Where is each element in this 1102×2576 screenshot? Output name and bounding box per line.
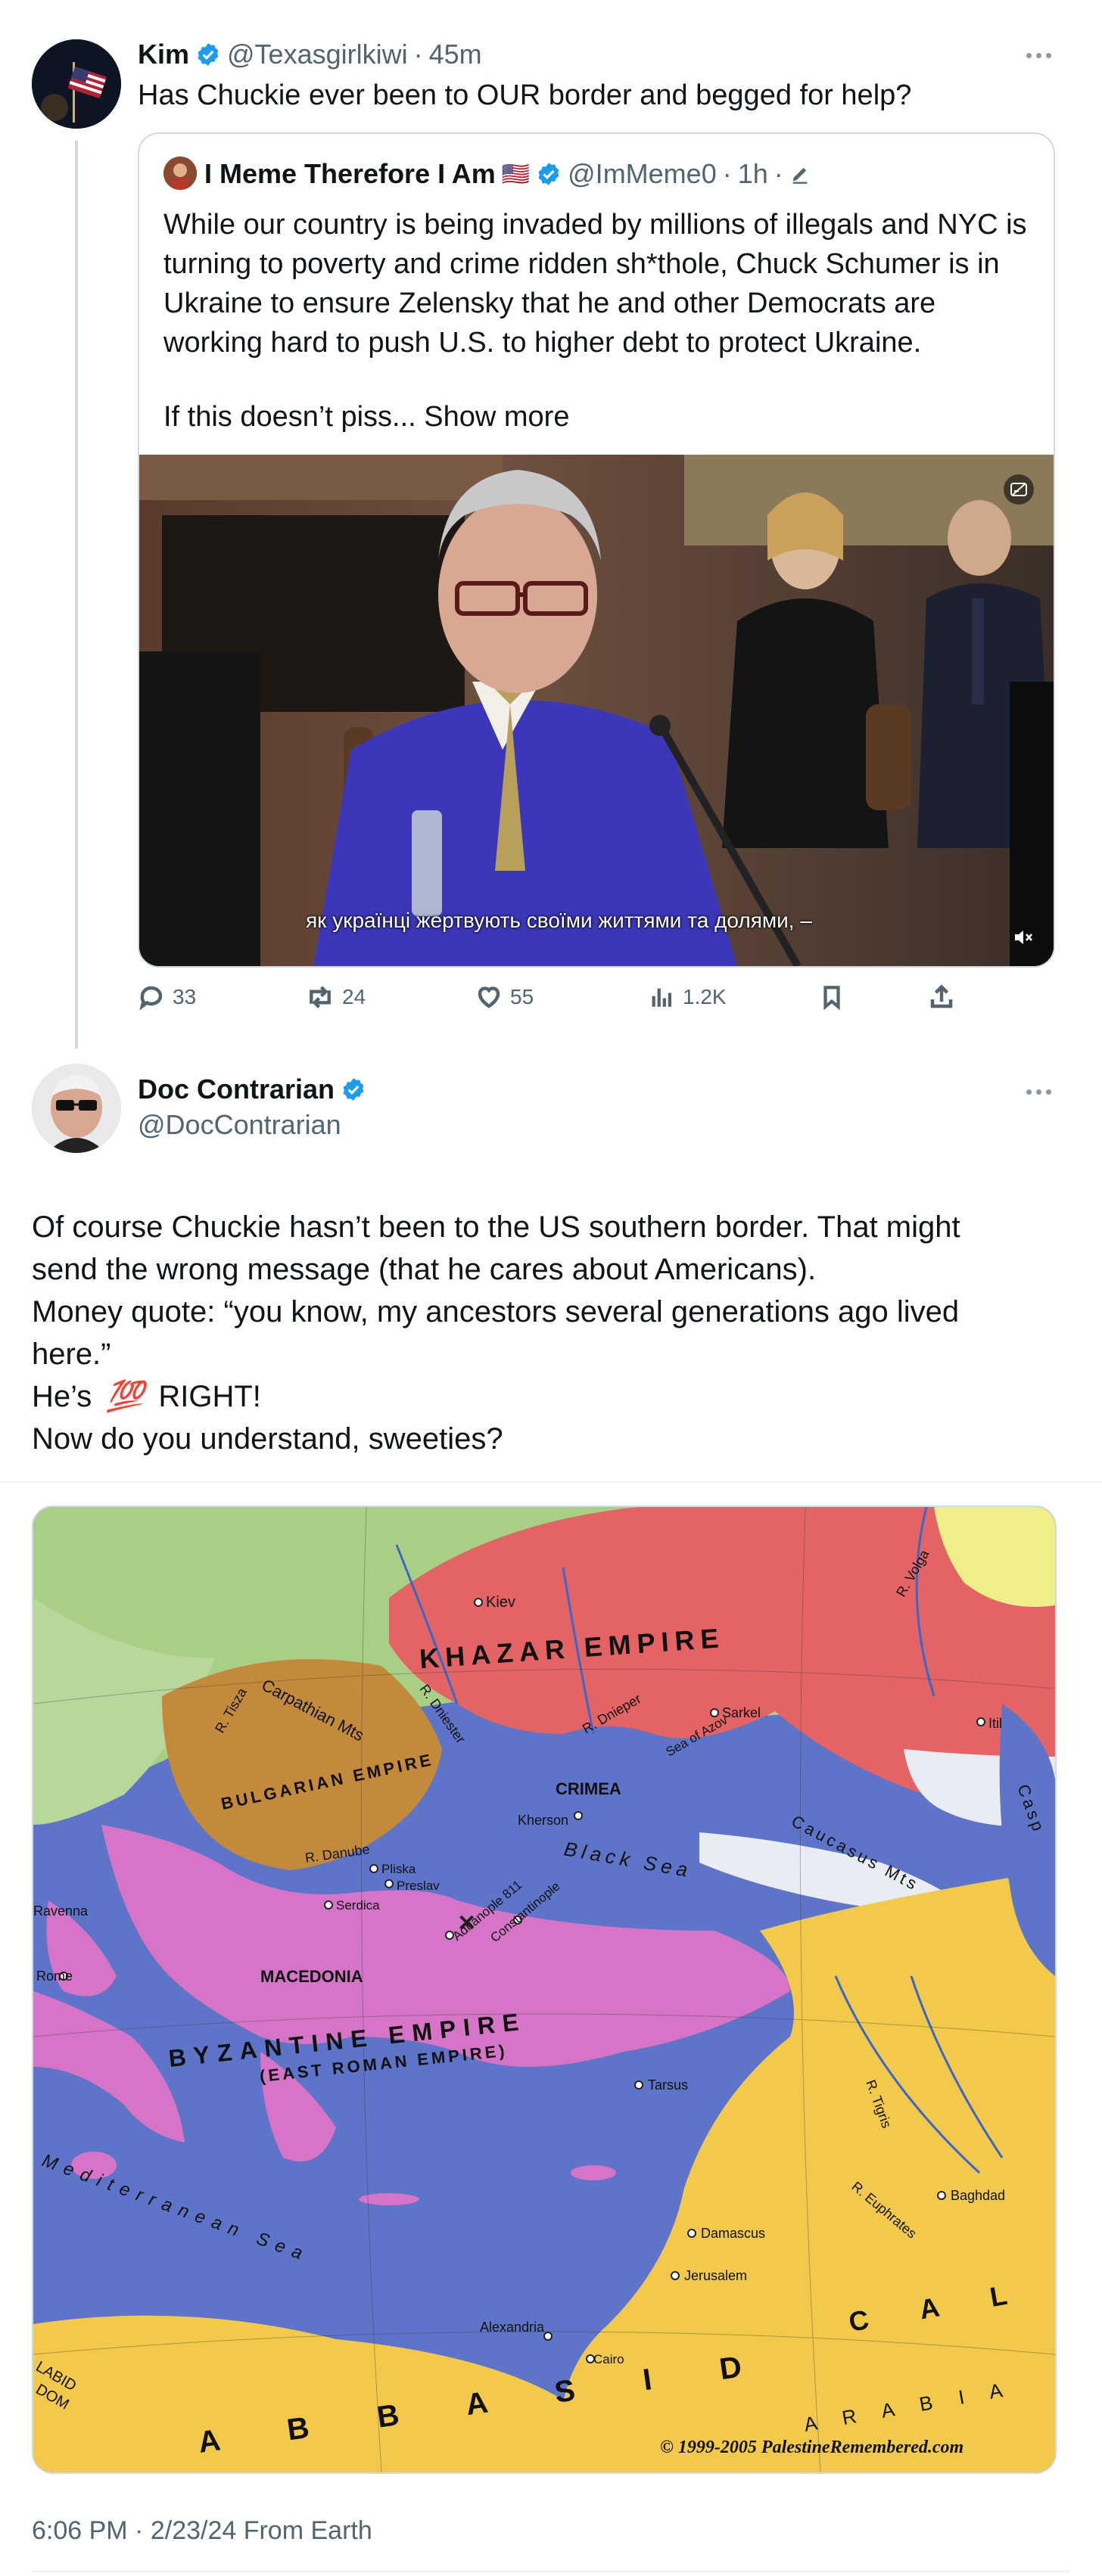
map-label: Alexandria — [480, 2320, 545, 2335]
tweet-line: here.” — [32, 1338, 111, 1371]
more-options-icon[interactable] — [1026, 1089, 1051, 1095]
repost-count: 24 — [342, 985, 366, 1008]
separator: · — [413, 39, 423, 70]
map-copyright: © 1999-2005 PalestineRemembered.com — [660, 2438, 963, 2457]
repost-button[interactable]: 24 — [306, 983, 366, 1011]
map-label: Sarkel — [722, 1705, 761, 1720]
share-icon — [930, 984, 953, 1008]
quote-timestamp[interactable]: 1h — [738, 158, 768, 190]
map-label: Preslav — [397, 1878, 440, 1893]
map-label: MACEDONIA — [260, 1967, 363, 1986]
separator: · — [722, 158, 732, 189]
like-button[interactable]: 55 — [475, 983, 534, 1011]
edited-pencil-icon — [792, 167, 808, 184]
map-label: Damascus — [701, 2226, 765, 2241]
like-count: 55 — [510, 985, 534, 1008]
tweet-timestamp[interactable]: 6:06 PM · 2/23/24 From Earth — [32, 2516, 372, 2546]
map-label: CRIMEA — [556, 1779, 621, 1798]
divider — [0, 1481, 1102, 1483]
reply-count: 33 — [173, 985, 197, 1008]
repost-icon — [310, 986, 331, 1008]
tweet-line: send the wrong message (that he cares ab… — [32, 1253, 817, 1286]
quote-author-handle[interactable]: @ImMeme0 — [568, 158, 717, 190]
captions-icon[interactable] — [1004, 474, 1034, 505]
us-flag-icon: 🇺🇸 — [501, 161, 531, 187]
heart-icon — [478, 987, 500, 1008]
avatar-immeme[interactable] — [163, 157, 197, 190]
separator: · — [774, 158, 783, 189]
show-more-link[interactable]: Show more — [424, 401, 569, 433]
timestamp[interactable]: 45m — [429, 39, 482, 70]
thread-line — [75, 141, 78, 1049]
tweet-line-emoji: He’s 💯 RIGHT! — [32, 1375, 1076, 1418]
tweet-text: Has Chuckie ever been to OUR border and … — [138, 79, 912, 111]
historical-map: ✕ KHAZAR EMPIRE Kiev Carpathian Mts R. D… — [33, 1507, 1055, 2472]
tweet-line: Money quote: “you know, my ancestors sev… — [32, 1295, 960, 1328]
author-name[interactable]: Doc Contrarian — [138, 1074, 335, 1105]
map-label: Ravenna — [33, 1903, 89, 1919]
map-label: Kiev — [486, 1594, 515, 1611]
verified-badge-icon — [343, 1078, 364, 1101]
tweet-line: Now do you understand, sweeties? — [32, 1422, 503, 1456]
avatar-kim[interactable] — [32, 39, 121, 129]
view-count: 1.2K — [683, 985, 727, 1008]
share-button[interactable] — [928, 983, 955, 1011]
tweet-text-segment: He’s — [32, 1380, 92, 1413]
views-chart-icon — [652, 988, 672, 1007]
tweet-text-segment: RIGHT! — [158, 1380, 261, 1413]
divider — [32, 2571, 1070, 2572]
quote-card[interactable]: I Meme Therefore I Am 🇺🇸 @ImMeme0 · 1h ·… — [138, 132, 1055, 968]
map-label: Kherson — [518, 1813, 568, 1828]
map-image[interactable]: ✕ KHAZAR EMPIRE Kiev Carpathian Mts R. D… — [32, 1506, 1057, 2474]
more-options-icon[interactable] — [1026, 53, 1051, 58]
video-frame — [139, 455, 1054, 966]
map-label: Baghdad — [951, 2188, 1005, 2203]
author-name[interactable]: Kim — [138, 39, 189, 70]
verified-badge-icon — [198, 43, 219, 66]
map-label: Pliska — [381, 1862, 416, 1876]
avatar-doc-contrarian[interactable] — [32, 1064, 121, 1153]
author-handle[interactable]: @Texasgirlkiwi — [227, 39, 408, 70]
tweet-line: Of course Chuckie hasn’t been to the US … — [32, 1210, 960, 1244]
map-label: Cairo — [593, 2352, 624, 2366]
tweet-body: Of course Chuckie hasn’t been to the US … — [32, 1206, 1076, 1460]
quote-author-name[interactable]: I Meme Therefore I Am — [204, 158, 496, 190]
reply-icon — [139, 986, 163, 1011]
bookmark-icon — [823, 986, 840, 1011]
hundred-points-emoji: 💯 — [106, 1380, 145, 1413]
map-label: Jerusalem — [684, 2268, 747, 2283]
verified-badge-icon — [538, 163, 559, 185]
map-label: Itil — [988, 1716, 1002, 1731]
map-label: Serdica — [336, 1898, 380, 1913]
quote-text-continued: If this doesn’t piss... — [163, 401, 416, 433]
reply-button[interactable]: 33 — [138, 983, 196, 1011]
video-player[interactable]: як українці жертвують своїми життями та … — [139, 455, 1054, 966]
quote-text: While our country is being invaded by mi… — [163, 209, 1027, 359]
views-button[interactable]: 1.2K — [649, 983, 727, 1011]
map-label: Rome — [36, 1969, 73, 1984]
author-handle[interactable]: @DocContrarian — [138, 1109, 341, 1141]
quote-text-truncated-row: If this doesn’t piss... Show more — [163, 397, 569, 437]
bookmark-button[interactable] — [819, 983, 845, 1011]
mute-icon[interactable] — [1010, 924, 1037, 951]
video-caption: як українці жертвують своїми життями та … — [306, 909, 812, 932]
map-label: Tarsus — [648, 2077, 688, 2093]
